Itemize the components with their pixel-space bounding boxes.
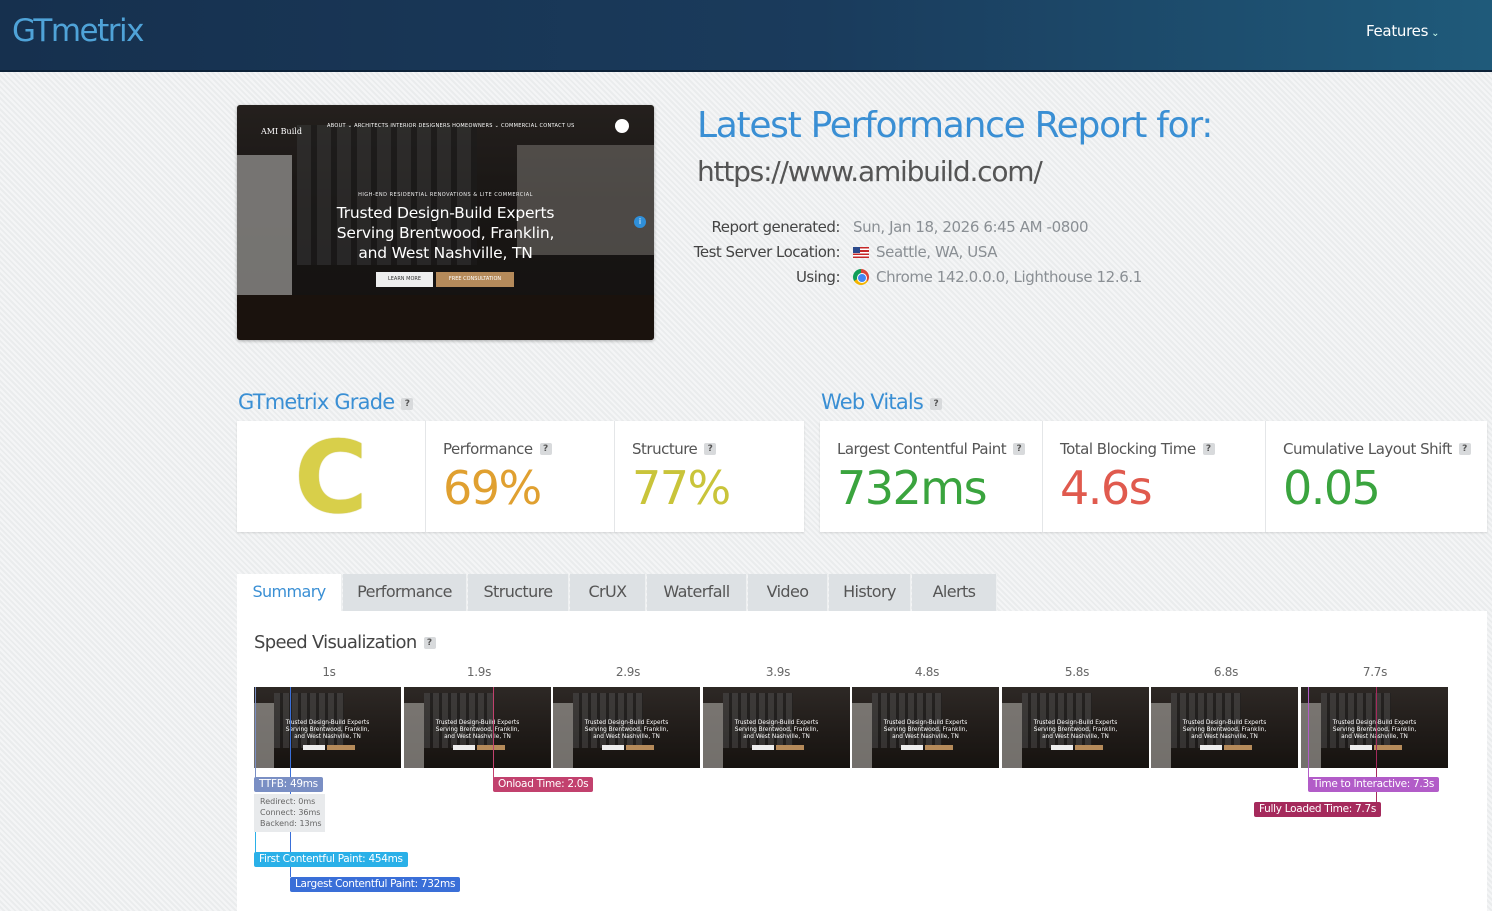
tab-summary[interactable]: Summary bbox=[237, 574, 342, 611]
using-label: Using: bbox=[795, 268, 841, 286]
help-icon[interactable]: ? bbox=[1458, 443, 1471, 455]
tti-marker[interactable]: Time to Interactive: 7.3s bbox=[1308, 777, 1440, 792]
performance-score: 69% bbox=[443, 461, 542, 515]
help-icon[interactable]: ? bbox=[539, 443, 552, 455]
timeline-tick: 1.9s bbox=[466, 665, 492, 679]
help-icon[interactable]: ? bbox=[930, 398, 943, 410]
tbt-label: Total Blocking Time bbox=[1060, 440, 1196, 458]
filmstrip-frame[interactable]: Trusted Design-Build Experts Serving Bren… bbox=[553, 687, 700, 768]
fully-loaded-marker[interactable]: Fully Loaded Time: 7.7s bbox=[1254, 802, 1381, 817]
timeline-tick: 7.7s bbox=[1362, 665, 1388, 679]
tab-structure[interactable]: Structure bbox=[468, 574, 569, 611]
onload-marker[interactable]: Onload Time: 2.0s bbox=[493, 777, 594, 792]
features-menu[interactable]: Features ⌄ bbox=[1366, 22, 1440, 40]
tab-video[interactable]: Video bbox=[748, 574, 828, 611]
tbt-value: 4.6s bbox=[1060, 461, 1153, 515]
grade-heading: GTmetrix Grade? bbox=[238, 390, 414, 414]
location-label: Test Server Location: bbox=[693, 243, 841, 261]
location-value: Seattle, WA, USA bbox=[876, 243, 998, 261]
tab-crux[interactable]: CrUX bbox=[570, 574, 646, 611]
lcp-value: 732ms bbox=[837, 461, 988, 515]
site-brand: AMI Build bbox=[261, 127, 302, 136]
us-flag-icon bbox=[853, 247, 869, 258]
tab-history[interactable]: History bbox=[829, 574, 911, 611]
structure-score: 77% bbox=[632, 461, 731, 515]
timeline-tick: 1s bbox=[322, 665, 336, 679]
filmstrip-frame[interactable]: Trusted Design-Build Experts Serving Bren… bbox=[1151, 687, 1298, 768]
ttfb-marker[interactable]: TTFB: 49ms bbox=[254, 777, 323, 792]
page-screenshot[interactable]: AMI Build ABOUT ⌄ ARCHITECTS INTERIOR DE… bbox=[237, 105, 654, 340]
report-title: Latest Performance Report for: bbox=[697, 105, 1213, 146]
performance-label: Performance bbox=[443, 440, 533, 458]
top-navbar: GTmetrix Features ⌄ bbox=[0, 0, 1492, 72]
filmstrip-frame[interactable]: Trusted Design-Build Experts Serving Bren… bbox=[852, 687, 999, 768]
lcp-marker[interactable]: Largest Contentful Paint: 732ms bbox=[290, 877, 461, 892]
chrome-icon bbox=[853, 269, 869, 285]
filmstrip-frame[interactable]: Trusted Design-Build Experts Serving Bren… bbox=[404, 687, 551, 768]
hero-headline: Trusted Design-Build Experts Serving Bre… bbox=[336, 204, 555, 262]
site-nav: ABOUT ⌄ ARCHITECTS INTERIOR DESIGNERS HO… bbox=[327, 123, 575, 129]
features-label: Features bbox=[1366, 22, 1429, 40]
filmstrip-frame[interactable]: Trusted Design-Build Experts Serving Bren… bbox=[254, 687, 401, 768]
summary-panel: Speed Visualization? 1s 1.9s 2.9s 3.9s 4… bbox=[237, 611, 1487, 911]
timeline-tick: 6.8s bbox=[1213, 665, 1239, 679]
web-vitals-card: Largest Contentful Paint? 732ms Total Bl… bbox=[820, 421, 1487, 532]
gtmetrix-logo[interactable]: GTmetrix bbox=[12, 13, 144, 49]
timeline-tick: 3.9s bbox=[765, 665, 791, 679]
help-icon[interactable]: ? bbox=[1202, 443, 1215, 455]
web-vitals-heading: Web Vitals? bbox=[821, 390, 943, 414]
chevron-down-icon: ⌄ bbox=[1431, 28, 1440, 39]
using-value: Chrome 142.0.0.0, Lighthouse 12.6.1 bbox=[876, 268, 1142, 286]
hero-kicker: HIGH-END RESIDENTIAL RENOVATIONS & LITE … bbox=[358, 192, 533, 198]
structure-label: Structure bbox=[632, 440, 698, 458]
help-icon[interactable]: ? bbox=[401, 398, 414, 410]
timeline-tick: 4.8s bbox=[914, 665, 940, 679]
ttfb-breakdown: Redirect: 0ms Connect: 36ms Backend: 13m… bbox=[254, 794, 325, 832]
ttfb-line bbox=[255, 687, 256, 785]
free-consultation-button: FREE CONSULTATION bbox=[436, 272, 514, 287]
lcp-label: Largest Contentful Paint bbox=[837, 440, 1007, 458]
speed-visualization-heading: Speed Visualization? bbox=[254, 632, 436, 653]
tab-alerts[interactable]: Alerts bbox=[912, 574, 997, 611]
cls-label: Cumulative Layout Shift bbox=[1283, 440, 1452, 458]
timeline-tick: 5.8s bbox=[1064, 665, 1090, 679]
grade-letter: C bbox=[294, 419, 368, 536]
help-icon[interactable]: ? bbox=[1013, 443, 1026, 455]
phone-icon bbox=[615, 119, 629, 133]
fcp-marker[interactable]: First Contentful Paint: 454ms bbox=[254, 852, 408, 867]
filmstrip-frame[interactable]: Trusted Design-Build Experts Serving Bren… bbox=[1301, 687, 1448, 768]
onload-line bbox=[493, 687, 494, 785]
cls-value: 0.05 bbox=[1283, 461, 1381, 515]
filmstrip-frame[interactable]: Trusted Design-Build Experts Serving Bren… bbox=[703, 687, 850, 768]
tab-waterfall[interactable]: Waterfall bbox=[647, 574, 747, 611]
tab-performance[interactable]: Performance bbox=[343, 574, 467, 611]
report-url[interactable]: https://www.amibuild.com/ bbox=[697, 155, 1043, 188]
help-icon[interactable]: ? bbox=[423, 637, 436, 649]
learn-more-button: LEARN MORE bbox=[376, 272, 433, 287]
help-icon[interactable]: ? bbox=[704, 443, 717, 455]
generated-value: Sun, Jan 18, 2026 6:45 AM -0800 bbox=[853, 218, 1089, 236]
grade-card: C Performance? 69% Structure? 77% bbox=[237, 419, 804, 536]
tti-line bbox=[1308, 687, 1309, 785]
filmstrip-frame[interactable]: Trusted Design-Build Experts Serving Bren… bbox=[1002, 687, 1149, 768]
generated-label: Report generated: bbox=[711, 218, 840, 236]
timeline-tick: 2.9s bbox=[615, 665, 641, 679]
